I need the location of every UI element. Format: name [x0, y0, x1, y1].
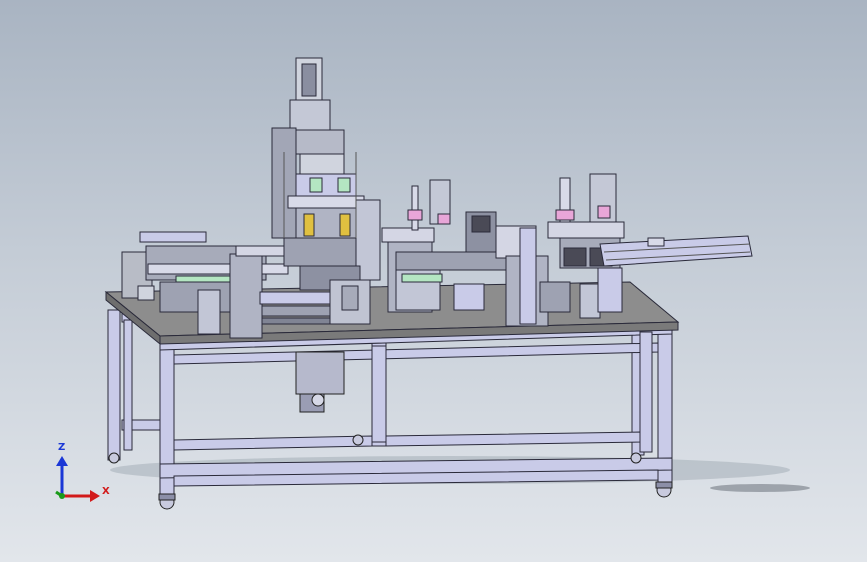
machine-model[interactable] [0, 0, 867, 562]
x-axis-label: X [102, 486, 110, 497]
cad-viewport[interactable]: Z X [0, 0, 867, 562]
floor-shadow-right [710, 484, 810, 492]
under-table-actuator [295, 351, 345, 413]
z-axis-label: Z [58, 442, 66, 453]
axis-labels: Z X [44, 438, 124, 508]
press-tower [271, 57, 381, 325]
